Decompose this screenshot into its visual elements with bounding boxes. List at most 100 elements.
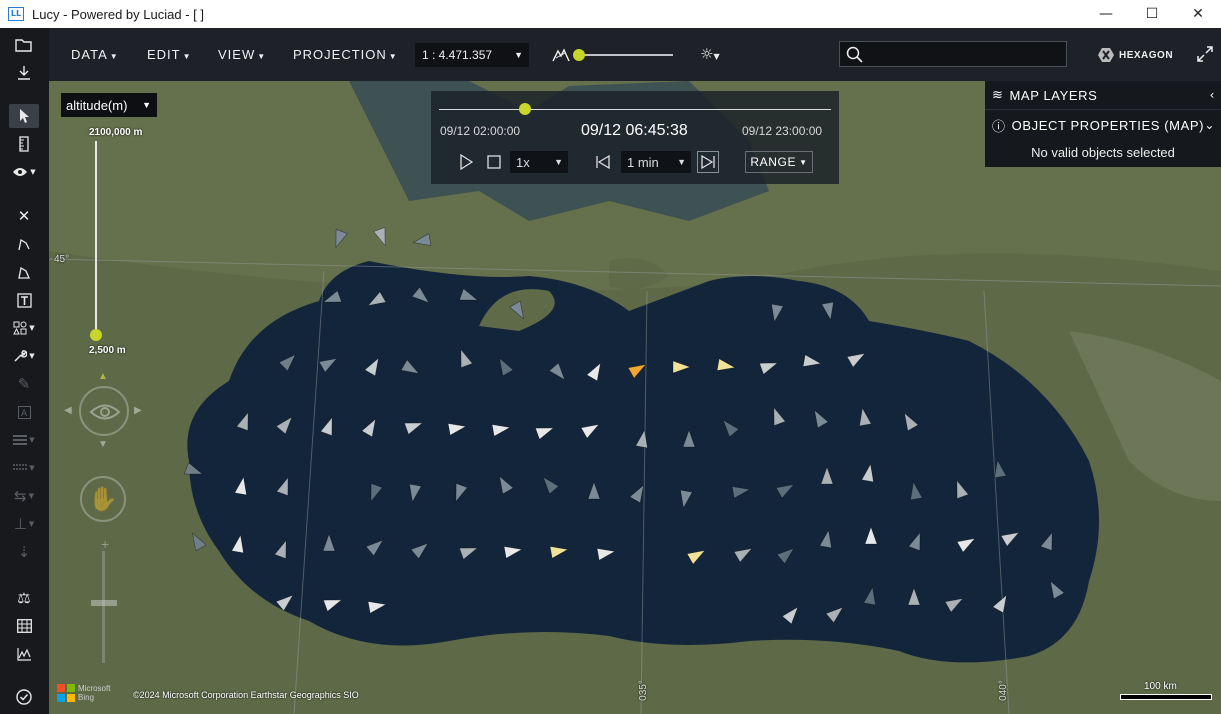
zoom-slider-track[interactable]	[102, 551, 105, 663]
scale-dropdown[interactable]: 1 : 4.471.357 ▼	[415, 43, 529, 67]
pan-up-icon[interactable]: ▲	[98, 371, 108, 382]
step-forward-button[interactable]	[697, 151, 719, 173]
current-arrow-6[interactable]	[459, 288, 479, 306]
menu-edit[interactable]: EDIT ▼	[147, 47, 192, 62]
timeline-track[interactable]	[439, 103, 831, 115]
altitude-slider-handle[interactable]	[90, 329, 102, 341]
select-pointer-icon[interactable]	[9, 104, 39, 128]
text-tool-icon[interactable]	[9, 288, 39, 312]
current-arrow-65[interactable]	[503, 544, 523, 559]
open-folder-icon[interactable]	[9, 33, 39, 57]
maximize-button[interactable]: ☐	[1129, 0, 1175, 28]
speed-dropdown[interactable]: 1x ▼	[510, 151, 568, 173]
current-arrow-49[interactable]	[629, 482, 649, 504]
minimize-button[interactable]: —	[1083, 0, 1129, 28]
timeline-handle[interactable]	[519, 103, 532, 115]
current-arrow-66[interactable]	[549, 544, 569, 559]
current-arrow-9[interactable]	[821, 301, 837, 321]
chevron-left-icon[interactable]: ‹	[1210, 88, 1215, 102]
draw-polygon-icon[interactable]	[9, 260, 39, 284]
current-arrow-75[interactable]	[1000, 527, 1022, 547]
current-arrow-77[interactable]	[275, 591, 297, 612]
current-arrow-86[interactable]	[1045, 578, 1065, 600]
current-arrow-44[interactable]	[407, 483, 422, 503]
current-arrow-61[interactable]	[322, 533, 336, 552]
current-arrow-43[interactable]	[365, 483, 383, 503]
current-arrow-10[interactable]	[278, 350, 300, 372]
current-arrow-22[interactable]	[802, 354, 822, 370]
lighting-sun-icon[interactable]: ☼▼	[700, 45, 720, 63]
current-arrow-29[interactable]	[447, 421, 467, 436]
current-arrow-52[interactable]	[775, 479, 797, 499]
current-arrow-63[interactable]	[410, 539, 432, 560]
current-arrow-28[interactable]	[404, 417, 424, 435]
current-arrow-57[interactable]	[992, 459, 1007, 479]
current-arrow-3[interactable]	[321, 290, 342, 308]
current-arrow-7[interactable]	[509, 300, 529, 322]
ruler-icon[interactable]	[9, 132, 39, 156]
close-button[interactable]: ✕	[1175, 0, 1221, 28]
pan-right-icon[interactable]: ▶	[134, 405, 142, 416]
current-arrow-20[interactable]	[716, 358, 736, 374]
current-arrow-40[interactable]	[184, 462, 204, 480]
current-arrow-78[interactable]	[323, 594, 343, 612]
current-arrow-1[interactable]	[373, 227, 391, 247]
current-arrow-72[interactable]	[864, 526, 878, 545]
current-arrow-62[interactable]	[365, 536, 387, 557]
current-arrow-19[interactable]	[672, 360, 691, 374]
draw-polyline-icon[interactable]	[9, 232, 39, 256]
map-layers-header[interactable]: ≋ MAP LAYERS ‹	[985, 81, 1221, 109]
current-arrow-58[interactable]	[187, 530, 207, 552]
check-circle-icon[interactable]	[9, 685, 39, 709]
zoom-slider-handle[interactable]	[91, 600, 117, 606]
current-arrow-24[interactable]	[236, 410, 254, 431]
current-arrow-39[interactable]	[899, 410, 919, 432]
fullscreen-icon[interactable]	[1197, 46, 1213, 67]
current-arrow-38[interactable]	[857, 407, 872, 427]
current-arrow-55[interactable]	[908, 481, 923, 501]
current-arrow-51[interactable]	[731, 484, 751, 499]
current-arrow-13[interactable]	[400, 359, 422, 379]
current-arrow-41[interactable]	[234, 476, 250, 496]
map-view[interactable]: 45° 035° 040° altitude(m) ▼ 2100,000 m 2…	[49, 81, 1221, 714]
current-arrow-16[interactable]	[548, 362, 569, 384]
current-arrow-56[interactable]	[951, 478, 969, 499]
balance-icon[interactable]: ⚖	[9, 586, 39, 610]
play-button[interactable]	[455, 151, 477, 173]
pan-down-icon[interactable]: ▼	[98, 439, 108, 450]
current-arrow-74[interactable]	[956, 533, 978, 553]
current-arrow-2[interactable]	[412, 233, 432, 249]
current-arrow-25[interactable]	[275, 413, 296, 435]
current-arrow-70[interactable]	[776, 544, 798, 565]
current-arrow-17[interactable]	[586, 360, 606, 382]
current-arrow-32[interactable]	[580, 419, 602, 439]
current-arrow-69[interactable]	[733, 543, 755, 563]
current-arrow-59[interactable]	[231, 534, 247, 554]
chart-icon[interactable]	[9, 642, 39, 666]
current-arrow-67[interactable]	[596, 546, 616, 561]
clear-x-icon[interactable]: ✕	[9, 204, 39, 228]
current-arrow-34[interactable]	[682, 429, 696, 448]
current-arrow-4[interactable]	[365, 291, 387, 311]
wrench-icon[interactable]: ▼	[9, 344, 39, 368]
current-arrow-68[interactable]	[686, 545, 708, 565]
menu-view[interactable]: VIEW ▼	[218, 47, 266, 62]
current-arrow-64[interactable]	[459, 542, 479, 560]
pan-left-icon[interactable]: ◀	[64, 405, 72, 416]
download-icon[interactable]	[9, 61, 39, 85]
current-arrow-27[interactable]	[361, 416, 381, 438]
range-dropdown[interactable]: RANGE ▼	[745, 151, 813, 173]
current-arrow-81[interactable]	[825, 603, 847, 624]
current-arrow-36[interactable]	[768, 405, 786, 426]
current-arrow-83[interactable]	[907, 587, 921, 606]
altitude-unit-dropdown[interactable]: altitude(m) ▼	[61, 93, 157, 117]
current-arrow-82[interactable]	[863, 586, 879, 606]
current-arrow-71[interactable]	[819, 529, 835, 549]
current-arrow-42[interactable]	[276, 475, 294, 496]
current-arrow-53[interactable]	[820, 466, 834, 485]
terrain-icon[interactable]	[552, 46, 570, 68]
object-properties-header[interactable]: ⓘ OBJECT PROPERTIES (MAP) ⌄	[985, 111, 1221, 139]
shapes-icon[interactable]: ▼	[9, 316, 39, 340]
current-arrow-18[interactable]	[627, 359, 649, 379]
current-arrow-54[interactable]	[861, 463, 877, 483]
